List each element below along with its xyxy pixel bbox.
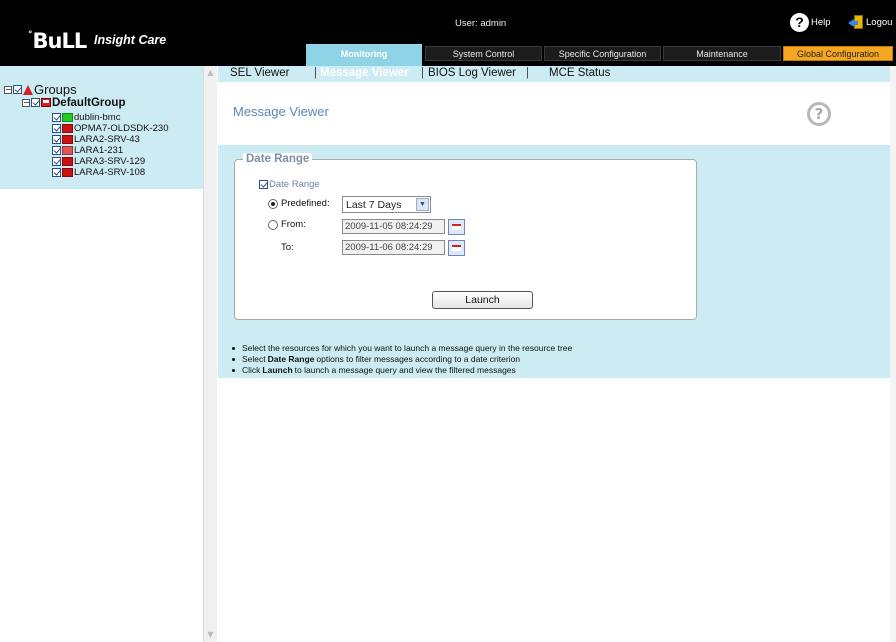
chevron-down-icon[interactable]: ▼ bbox=[416, 198, 429, 211]
to-date-input[interactable]: 2009-11-06 08:24:29 bbox=[342, 240, 445, 255]
checkbox-checked-icon[interactable] bbox=[13, 85, 22, 94]
tab-maintenance[interactable]: Maintenance bbox=[663, 46, 781, 61]
bullet-icon bbox=[232, 347, 235, 350]
server-critical-icon bbox=[62, 157, 73, 166]
tree-node-lara2[interactable]: LARA2-SRV-43 bbox=[52, 134, 140, 145]
tab-bios-log-viewer[interactable]: BIOS Log Viewer bbox=[428, 67, 516, 79]
tab-global-configuration[interactable]: Global Configuration bbox=[783, 46, 893, 61]
from-calendar-button[interactable] bbox=[448, 219, 465, 235]
server-critical-icon bbox=[62, 135, 73, 144]
tab-sel-viewer[interactable]: SEL Viewer bbox=[230, 67, 289, 79]
checkbox-checked-icon[interactable] bbox=[52, 124, 61, 133]
scroll-up-icon[interactable]: ▲ bbox=[206, 68, 215, 77]
checkbox-checked-icon[interactable] bbox=[52, 157, 61, 166]
predefined-select-value: Last 7 Days bbox=[346, 198, 402, 211]
checkbox-checked-icon[interactable] bbox=[52, 146, 61, 155]
to-label: To: bbox=[281, 242, 294, 253]
server-critical-icon bbox=[62, 146, 73, 155]
group-folder-icon bbox=[41, 98, 51, 107]
top-header: °BuLL Insight Care User: admin ? Help Lo… bbox=[0, 0, 896, 66]
sub-navigation: SEL Viewer | Message Viewer | BIOS Log V… bbox=[218, 66, 890, 82]
launch-button[interactable]: Launch bbox=[432, 291, 533, 309]
instruction-item: Click Launch to launch a message query and… bbox=[232, 365, 572, 376]
checkbox-checked-icon[interactable] bbox=[52, 168, 61, 177]
help-icon: ? bbox=[790, 12, 809, 32]
server-critical-icon bbox=[62, 168, 73, 177]
product-name: Insight Care bbox=[94, 33, 167, 47]
logout-link[interactable]: Logou bbox=[848, 12, 892, 32]
fieldset-legend: Date Range bbox=[243, 153, 313, 165]
collapse-icon[interactable]: − bbox=[4, 85, 12, 94]
scroll-down-icon[interactable]: ▼ bbox=[206, 630, 215, 639]
help-link[interactable]: ? Help bbox=[790, 12, 831, 32]
date-range-fieldset: Date Range Date Range Predefined: Last 7… bbox=[234, 153, 697, 320]
from-radio[interactable] bbox=[268, 219, 278, 230]
date-range-checkbox-row[interactable]: Date Range bbox=[259, 179, 320, 190]
tab-mce-status[interactable]: MCE Status bbox=[549, 67, 610, 79]
question-help-icon[interactable]: ? bbox=[807, 102, 831, 126]
tab-monitoring[interactable]: Monitoring bbox=[306, 44, 422, 66]
bullet-icon bbox=[232, 369, 235, 372]
predefined-option[interactable]: Predefined: bbox=[268, 198, 330, 209]
logout-icon bbox=[848, 14, 864, 30]
from-date-input[interactable]: 2009-11-05 08:24:29 bbox=[342, 219, 445, 234]
tree-root-label: Groups bbox=[34, 82, 77, 97]
tab-separator: | bbox=[526, 67, 529, 79]
tab-message-viewer[interactable]: Message Viewer bbox=[320, 67, 409, 79]
logout-label: Logou bbox=[866, 16, 893, 28]
resource-tree-panel: − Groups − DefaultGroup dublin-bmc OPMA7… bbox=[0, 66, 217, 642]
tab-separator: | bbox=[421, 67, 424, 79]
date-range-checkbox-label: Date Range bbox=[269, 179, 320, 190]
bullet-icon bbox=[232, 358, 235, 361]
checkbox-checked-icon[interactable] bbox=[31, 98, 40, 107]
tree-node-lara4[interactable]: LARA4-SRV-108 bbox=[52, 167, 145, 178]
instruction-item: Select Date Range options to filter messag… bbox=[232, 354, 572, 365]
calendar-icon bbox=[452, 245, 461, 251]
predefined-radio[interactable] bbox=[268, 198, 278, 209]
checkbox-checked-icon[interactable] bbox=[52, 135, 61, 144]
tree-node-lara1[interactable]: LARA1-231 bbox=[52, 145, 123, 156]
predefined-label: Predefined: bbox=[281, 198, 330, 209]
tab-system-control[interactable]: System Control bbox=[425, 46, 542, 61]
tree-node-dublin-bmc[interactable]: dublin-bmc bbox=[52, 112, 120, 123]
predefined-select[interactable]: Last 7 Days ▼ bbox=[342, 196, 431, 213]
tree-node-lara3[interactable]: LARA3-SRV-129 bbox=[52, 156, 145, 167]
from-label: From: bbox=[281, 219, 306, 230]
tree-group-row[interactable]: − DefaultGroup bbox=[22, 96, 126, 109]
server-critical-icon bbox=[62, 124, 73, 133]
warning-icon bbox=[23, 84, 33, 95]
tab-specific-configuration[interactable]: Specific Configuration bbox=[544, 46, 661, 61]
server-ok-icon bbox=[62, 113, 73, 122]
page-title: Message Viewer bbox=[233, 104, 329, 119]
main-content: Message Viewer ? Date Range Date Range P… bbox=[218, 82, 890, 642]
tree-group-label: DefaultGroup bbox=[52, 96, 126, 109]
content-scrollbar[interactable] bbox=[890, 66, 896, 642]
tree-root-row[interactable]: − Groups bbox=[4, 82, 77, 97]
to-calendar-button[interactable] bbox=[448, 240, 465, 256]
collapse-icon[interactable]: − bbox=[22, 98, 30, 107]
from-option[interactable]: From: bbox=[268, 219, 306, 230]
instruction-item: Select the resources for which you want … bbox=[232, 343, 572, 354]
calendar-icon bbox=[452, 224, 461, 230]
checkbox-checked-icon[interactable] bbox=[52, 113, 61, 122]
resource-tree: − Groups − DefaultGroup dublin-bmc OPMA7… bbox=[0, 66, 203, 189]
date-range-checkbox[interactable] bbox=[259, 180, 268, 189]
bull-logo: °BuLL bbox=[28, 29, 87, 53]
help-label: Help bbox=[811, 16, 831, 28]
tree-scrollbar[interactable]: ▲ ▼ bbox=[203, 66, 217, 642]
user-label: User: admin bbox=[455, 18, 507, 29]
instructions-list: Select the resources for which you want … bbox=[232, 343, 572, 376]
tab-separator: | bbox=[314, 67, 317, 79]
tree-node-opma7[interactable]: OPMA7-OLDSDK-230 bbox=[52, 123, 169, 134]
